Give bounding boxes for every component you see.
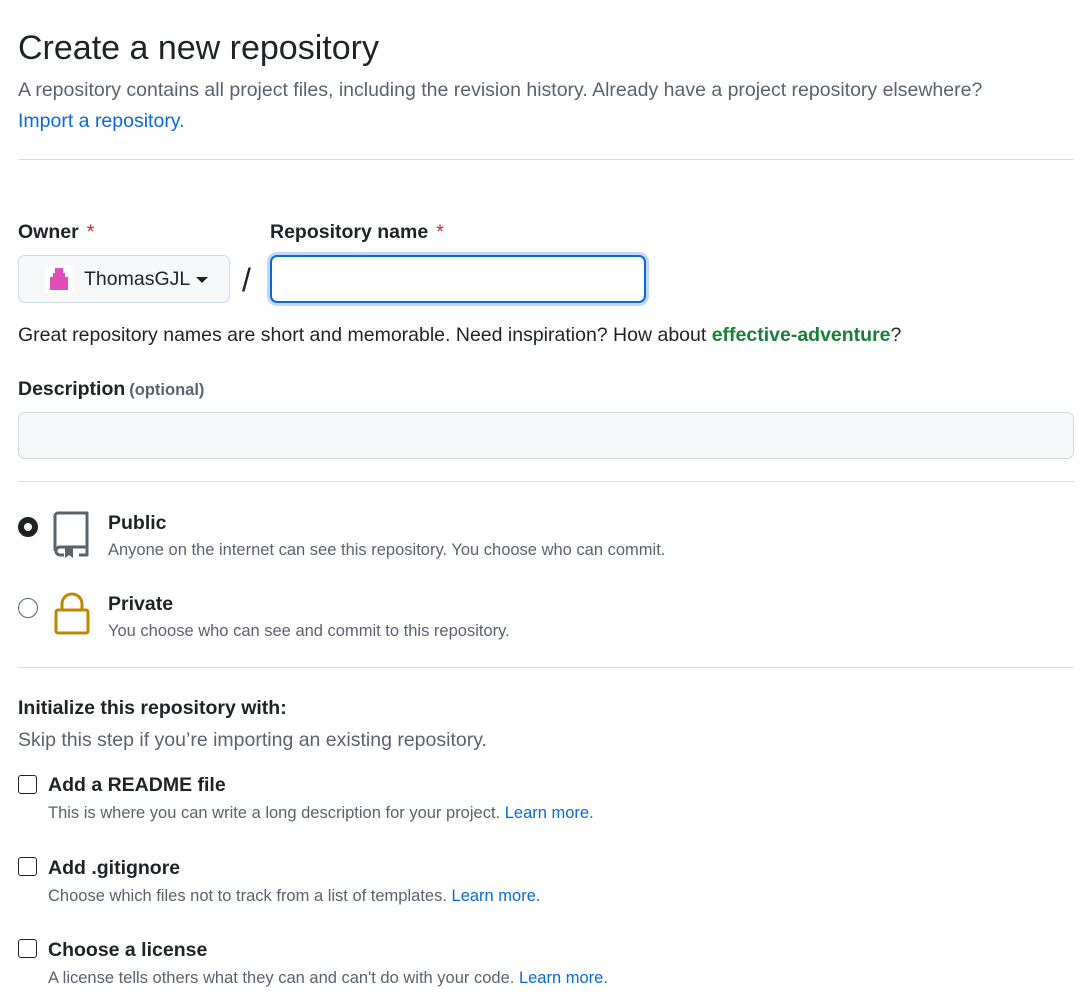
import-repository-link[interactable]: Import a repository. [18, 108, 185, 134]
public-description: Anyone on the internet can see this repo… [108, 541, 666, 559]
avatar [45, 265, 73, 293]
description-label-text: Description [18, 378, 126, 400]
owner-name: ThomasGJL [84, 267, 191, 290]
divider [18, 481, 1074, 482]
initialize-title: Initialize this repository with: [18, 697, 287, 719]
owner-repo-separator: / [242, 262, 251, 298]
caret-down-icon [196, 277, 209, 283]
divider [18, 667, 1074, 668]
readme-description-text: This is where you can write a long descr… [48, 804, 501, 822]
page-title: Create a new repository [18, 29, 379, 67]
gitignore-learn-more-link[interactable]: Learn more. [452, 887, 541, 905]
gitignore-checkbox[interactable] [18, 857, 37, 876]
private-radio[interactable] [18, 598, 38, 618]
readme-description: This is where you can write a long descr… [48, 802, 594, 824]
description-label: Description (optional) [18, 376, 204, 403]
required-mark: * [436, 221, 444, 243]
repo-icon [52, 510, 92, 563]
divider [18, 159, 1074, 160]
license-checkbox[interactable] [18, 939, 37, 958]
gitignore-description-text: Choose which files not to track from a l… [48, 887, 447, 905]
gitignore-label[interactable]: Add .gitignore [48, 855, 180, 881]
name-suggestion-link[interactable]: effective-adventure [712, 324, 891, 346]
readme-label[interactable]: Add a README file [48, 772, 226, 798]
create-repository-page: Create a new repository A repository con… [0, 0, 1088, 1005]
repository-name-label-text: Repository name [270, 221, 429, 243]
owner-dropdown-button[interactable]: ThomasGJL [18, 255, 230, 303]
optional-tag: (optional) [129, 381, 205, 399]
repository-name-hint: Great repository names are short and mem… [18, 322, 901, 348]
repository-name-input[interactable] [270, 255, 646, 303]
hint-text: Great repository names are short and mem… [18, 324, 712, 346]
license-label[interactable]: Choose a license [48, 937, 207, 963]
private-description: You choose who can see and commit to thi… [108, 622, 510, 640]
required-mark: * [86, 221, 95, 243]
license-description-text: A license tells others what they can and… [48, 969, 515, 987]
lock-icon [53, 592, 91, 641]
readme-learn-more-link[interactable]: Learn more. [505, 804, 594, 822]
owner-label-text: Owner [18, 221, 79, 243]
license-description: A license tells others what they can and… [48, 967, 608, 989]
owner-label: Owner * [18, 219, 94, 245]
public-radio[interactable] [18, 517, 38, 537]
page-intro: A repository contains all project files,… [18, 79, 983, 101]
hint-suffix: ? [890, 324, 902, 346]
private-title: Private [108, 593, 174, 615]
readme-checkbox[interactable] [18, 775, 37, 794]
gitignore-description: Choose which files not to track from a l… [48, 885, 540, 907]
repository-name-label: Repository name * [270, 219, 444, 245]
description-input[interactable] [18, 412, 1074, 459]
initialize-subtitle: Skip this step if you’re importing an ex… [18, 729, 487, 751]
license-learn-more-link[interactable]: Learn more. [519, 969, 608, 987]
public-title: Public [108, 512, 167, 534]
